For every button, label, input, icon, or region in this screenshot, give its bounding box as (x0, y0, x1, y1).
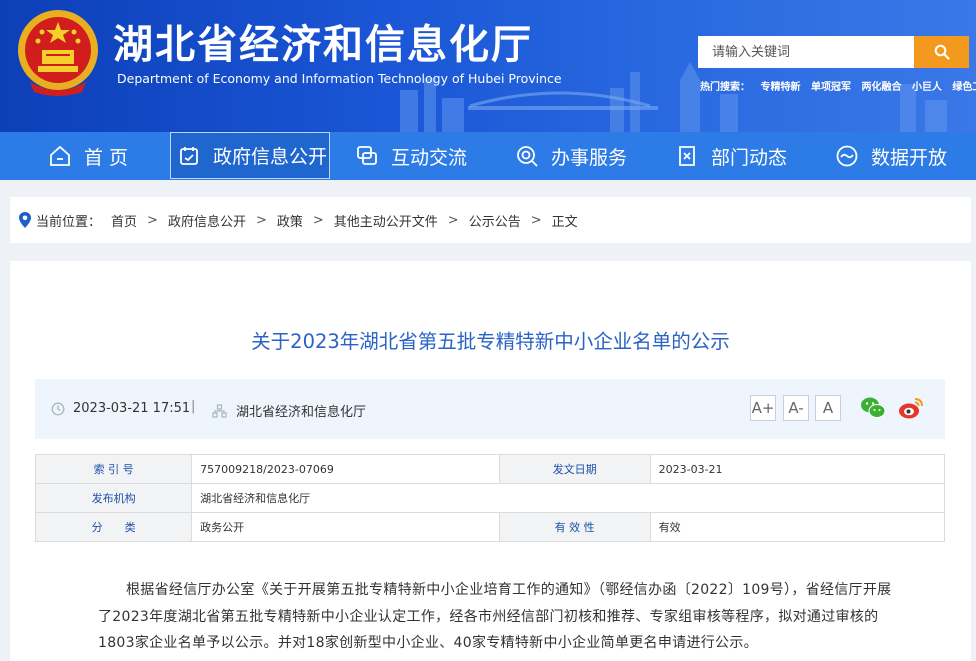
clock-icon (51, 402, 65, 415)
date-label: 发文日期 (498, 454, 651, 484)
service-icon (517, 146, 538, 167)
nav-item-label: 互动交流 (391, 146, 468, 169)
main-nav: 首 页 政府信息公开 互动交流 办事服务 部门动态 数据开放 (0, 132, 976, 180)
breadcrumb-separator: > (530, 212, 542, 228)
org-label: 发布机构 (34, 483, 193, 513)
article-body: 根据省经信厅办公室《关于开展第五批专精特新中小企业培育工作的通知》（鄂经信办函〔… (98, 582, 892, 651)
chat-icon (357, 146, 377, 165)
wechat-share-icon[interactable] (859, 394, 887, 422)
weibo-share-icon[interactable] (897, 394, 925, 422)
table-row: 发布机构 湖北省经济和信息化厅 (34, 483, 945, 513)
nav-item-dept-news[interactable]: 部门动态 (675, 132, 787, 180)
nav-item-label: 数据开放 (871, 146, 948, 169)
index-value: 757009218/2023-07069 (191, 454, 500, 484)
article-meta-bar: 2023-03-21 17:51 | 湖北省经济和信息化厅 A+ A- A (35, 379, 945, 439)
data-icon (836, 145, 858, 167)
organization-icon (212, 403, 227, 418)
meta-divider: | (191, 399, 196, 414)
publisher: 湖北省经济和信息化厅 (212, 401, 366, 420)
location-pin-icon (19, 212, 31, 228)
national-emblem-icon (18, 10, 98, 96)
hot-search-item[interactable]: 小巨人 (912, 82, 942, 93)
news-icon (679, 146, 695, 166)
breadcrumb-current: 正文 (551, 214, 578, 230)
breadcrumb-separator: > (147, 212, 158, 228)
publish-date-text: 2023-03-21 17:51 (73, 401, 191, 416)
validity-value: 有效 (649, 512, 946, 542)
hot-search-item[interactable]: 单项冠军 (811, 82, 851, 93)
org-value: 湖北省经济和信息化厅 (191, 483, 945, 513)
search-input[interactable] (698, 36, 914, 68)
publisher-text: 湖北省经济和信息化厅 (236, 405, 367, 420)
publish-date: 2023-03-21 17:51 (51, 401, 190, 416)
hot-search-item[interactable]: 专精特新 (760, 82, 800, 93)
validity-label: 有 效 性 (498, 512, 651, 542)
index-label: 索 引 号 (34, 454, 193, 484)
breadcrumb-separator: > (447, 212, 459, 228)
category-label: 分 类 (34, 512, 193, 542)
home-icon (50, 145, 70, 166)
nav-item-label: 首 页 (84, 146, 129, 169)
breadcrumb-item[interactable]: 政府信息公开 (168, 211, 246, 230)
breadcrumb: 当前位置： 首页 > 政府信息公开 > 政策 > 其他主动公开文件 > 公示公告… (10, 197, 971, 243)
font-decrease-button[interactable]: A- (783, 395, 809, 421)
hot-search-label: 热门搜索： (700, 82, 750, 93)
document-icon (180, 146, 198, 165)
breadcrumb-item[interactable]: 首页 (111, 211, 137, 230)
hot-search: 热门搜索： 专精特新 单项冠军 两化融合 小巨人 绿色工厂 (700, 78, 976, 93)
breadcrumb-separator: > (255, 212, 267, 228)
breadcrumb-item[interactable]: 公示公告 (469, 211, 521, 230)
nav-item-label: 部门动态 (711, 146, 788, 169)
hot-search-item[interactable]: 两化融合 (861, 82, 901, 93)
site-subtitle: Department of Economy and Information Te… (117, 71, 562, 86)
breadcrumb-item[interactable]: 其他主动公开文件 (334, 211, 438, 230)
breadcrumb-separator: > (312, 212, 324, 228)
table-row: 分 类 政务公开 有 效 性 有效 (34, 512, 946, 542)
category-value: 政务公开 (191, 512, 500, 542)
article-title: 关于2023年湖北省第五批专精特新中小企业名单的公示 (251, 330, 730, 353)
document-info-table: 索 引 号 757009218/2023-07069 发文日期 2023-03-… (34, 454, 946, 542)
font-reset-button[interactable]: A (815, 395, 841, 421)
date-value: 2023-03-21 (649, 454, 946, 484)
site-title: 湖北省经济和信息化厅 (113, 22, 533, 68)
nav-item-label: 政府信息公开 (213, 146, 328, 168)
site-header: 湖北省经济和信息化厅 Department of Economy and Inf… (0, 0, 976, 132)
hot-search-item[interactable]: 绿色工厂 (952, 82, 976, 93)
breadcrumb-item[interactable]: 政策 (277, 211, 303, 230)
search-button[interactable] (914, 36, 969, 68)
nav-item-home[interactable]: 首 页 (48, 132, 128, 180)
breadcrumb-label: 当前位置： (36, 214, 102, 230)
table-row: 索 引 号 757009218/2023-07069 发文日期 2023-03-… (34, 454, 946, 484)
article-container: 关于2023年湖北省第五批专精特新中小企业名单的公示 2023-03-21 17… (10, 261, 971, 661)
nav-item-gov-info[interactable]: 政府信息公开 (170, 132, 330, 179)
nav-item-interaction[interactable]: 互动交流 (355, 132, 467, 180)
font-increase-button[interactable]: A+ (750, 395, 776, 421)
nav-item-label: 办事服务 (551, 146, 628, 169)
search-icon (934, 44, 950, 60)
nav-item-services[interactable]: 办事服务 (515, 132, 627, 180)
nav-item-open-data[interactable]: 数据开放 (835, 132, 947, 180)
